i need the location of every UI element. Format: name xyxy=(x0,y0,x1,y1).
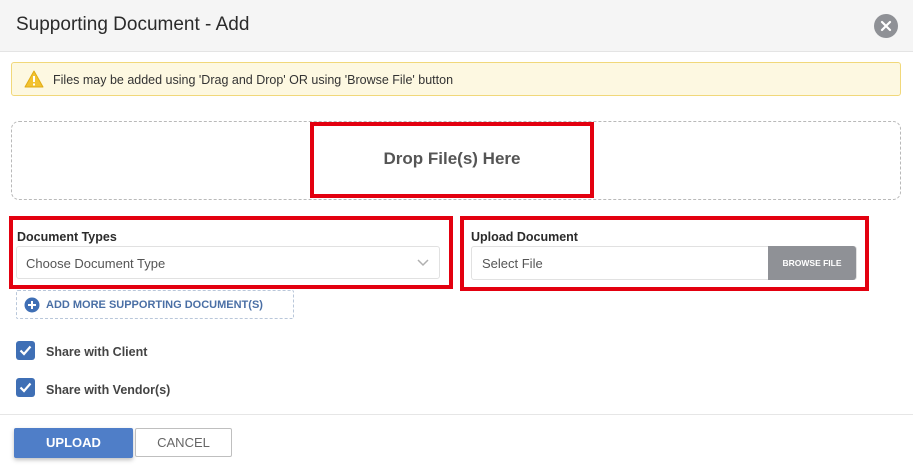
document-type-placeholder: Choose Document Type xyxy=(26,256,166,271)
select-file-placeholder: Select File xyxy=(482,256,543,271)
share-with-client-checkbox[interactable] xyxy=(16,341,35,360)
add-more-label: ADD MORE SUPPORTING DOCUMENT(S) xyxy=(46,299,263,311)
checkmark-icon xyxy=(19,382,32,393)
share-with-vendor-checkbox[interactable] xyxy=(16,378,35,397)
warning-icon xyxy=(24,70,44,88)
document-type-select[interactable]: Choose Document Type xyxy=(16,246,440,279)
document-types-label: Document Types xyxy=(17,230,117,244)
dialog-header: Supporting Document - Add xyxy=(0,0,913,52)
notice-text: Files may be added using 'Drag and Drop'… xyxy=(53,73,454,87)
info-notice: Files may be added using 'Drag and Drop'… xyxy=(11,62,901,96)
browse-file-button[interactable]: BROWSE FILE xyxy=(768,246,856,280)
cancel-button[interactable]: CANCEL xyxy=(135,428,232,457)
share-with-client-label: Share with Client xyxy=(46,345,148,359)
chevron-down-icon xyxy=(417,259,429,267)
plus-circle-icon xyxy=(24,297,40,313)
add-more-documents-button[interactable]: ADD MORE SUPPORTING DOCUMENT(S) xyxy=(16,290,294,319)
close-icon xyxy=(880,20,892,32)
upload-document-label: Upload Document xyxy=(471,230,578,244)
share-with-vendor-label: Share with Vendor(s) xyxy=(46,383,171,397)
upload-button[interactable]: UPLOAD xyxy=(14,428,133,458)
close-button[interactable] xyxy=(874,14,898,38)
checkmark-icon xyxy=(19,345,32,356)
footer-divider xyxy=(0,414,913,415)
dropzone-text: Drop File(s) Here xyxy=(383,149,521,168)
dialog-title: Supporting Document - Add xyxy=(16,14,250,35)
